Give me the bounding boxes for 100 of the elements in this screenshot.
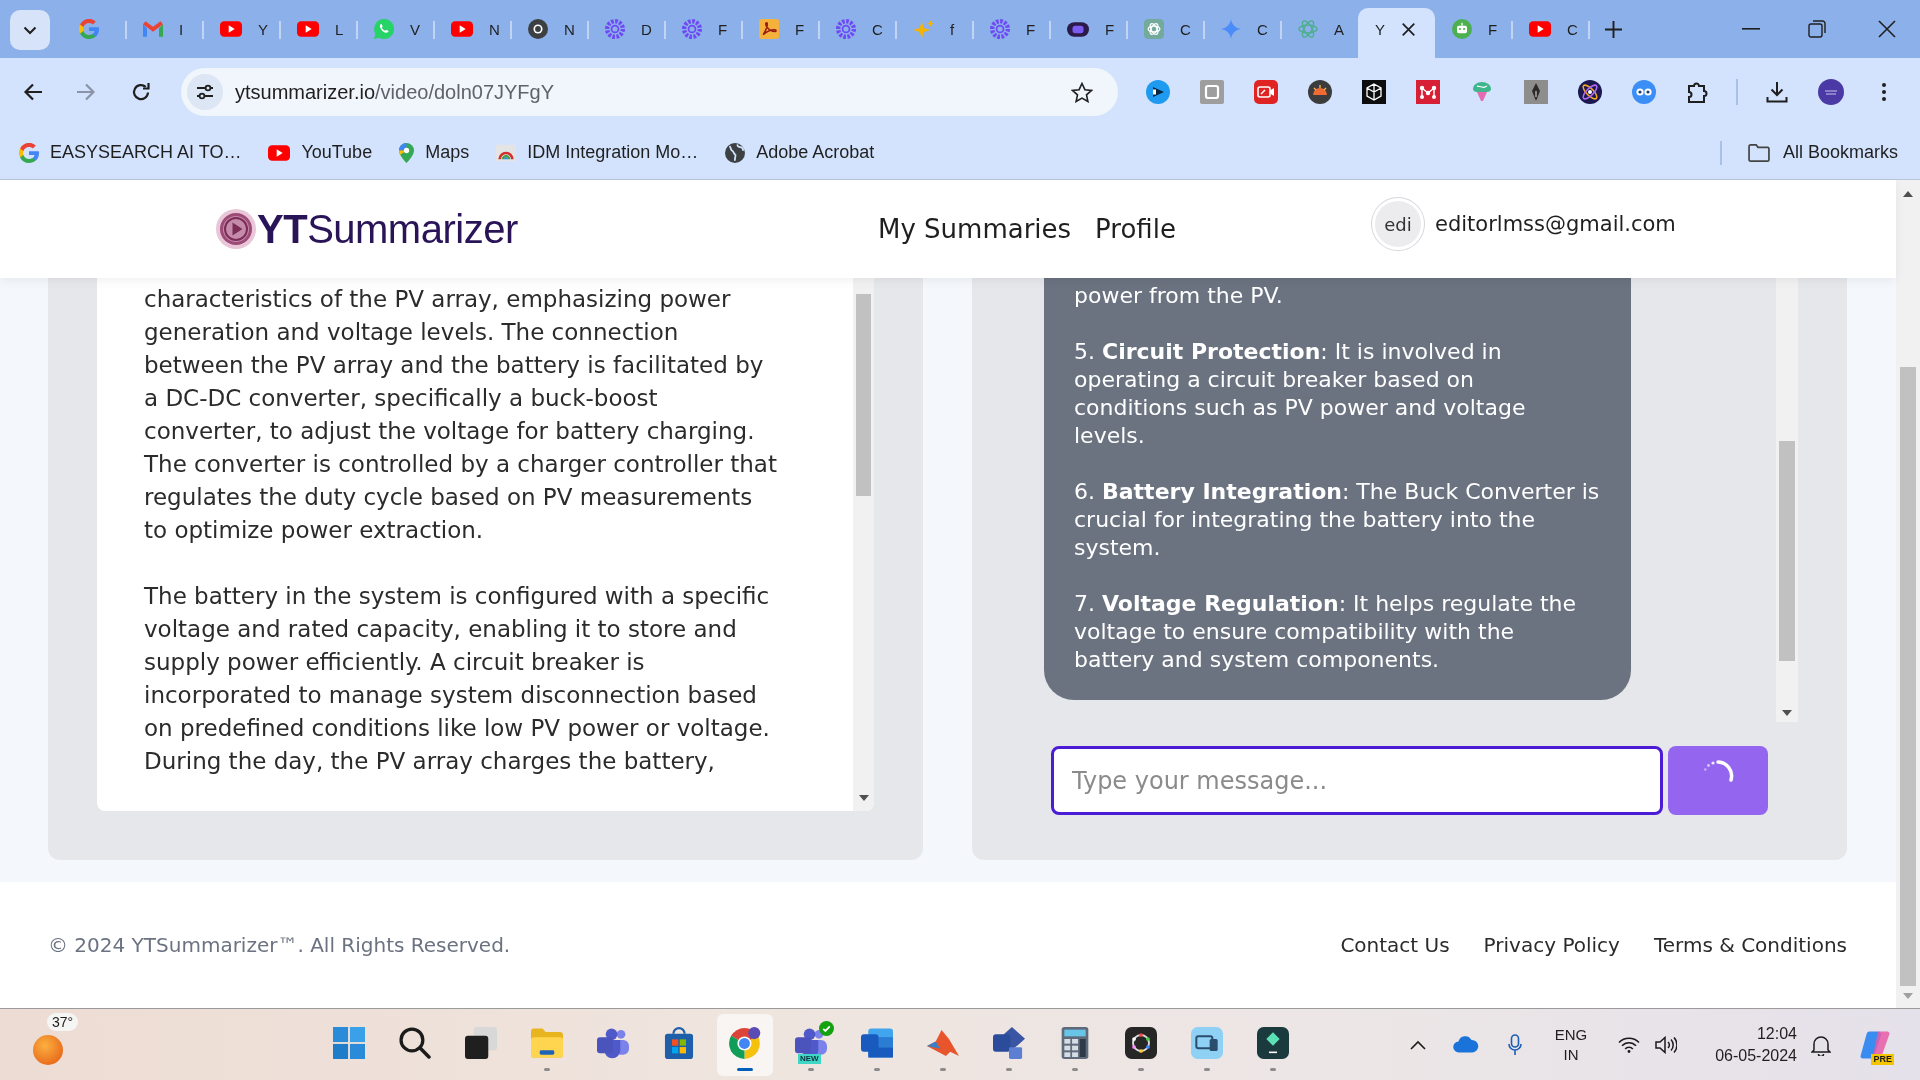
footer-link[interactable]: Privacy Policy (1483, 933, 1620, 957)
play-circle-icon[interactable] (1146, 80, 1170, 104)
bookmark-link[interactable]: Adobe Acrobat (725, 142, 875, 163)
browser-tab[interactable]: A (1281, 8, 1358, 58)
url-text[interactable]: ytsummarizer.io/video/doln07JYFgY (235, 80, 555, 104)
reload-icon[interactable] (131, 82, 151, 102)
user-avatar[interactable]: edi (1372, 198, 1424, 250)
cube-icon[interactable] (1362, 80, 1386, 104)
back-arrow-icon[interactable] (23, 83, 43, 101)
scrollbar-track[interactable] (853, 278, 874, 811)
taskbar-app-button[interactable] (717, 1013, 773, 1076)
tab-search-button[interactable] (10, 10, 50, 50)
browser-tab[interactable]: N (511, 8, 588, 58)
scrollbar-thumb[interactable] (1779, 441, 1795, 661)
clock-date[interactable]: 06-05-2024 (1715, 1044, 1797, 1067)
gear-icon (682, 19, 702, 39)
message-paragraph: power from the PV. (1074, 282, 1284, 310)
bookmark-link[interactable]: IDM Integration Mo… (496, 142, 699, 163)
nav-link[interactable]: My Summaries (878, 214, 1072, 244)
browser-tab[interactable]: F (1435, 8, 1512, 58)
browser-tab[interactable]: F (973, 8, 1050, 58)
knot-icon (1144, 19, 1164, 39)
browser-tab[interactable]: F (742, 8, 819, 58)
close-icon[interactable] (1878, 20, 1896, 38)
browser-tab[interactable]: D (588, 8, 665, 58)
scrollbar-track[interactable] (1776, 278, 1798, 722)
browser-tab[interactable]: Y (203, 8, 280, 58)
browser-tab[interactable]: F (1050, 8, 1127, 58)
nav-link[interactable]: Profile (1095, 214, 1176, 244)
message-paragraph: 6. Battery Integration: The Buck Converter is crucial for integrating the battery into the system. (1074, 478, 1601, 562)
shopping-bag-icon (663, 1026, 695, 1059)
check-circle-icon (819, 1020, 834, 1036)
restore-icon[interactable] (1808, 20, 1826, 38)
temperature-label[interactable]: 37° (47, 1012, 79, 1031)
extensions-puzzle-icon[interactable] (1686, 80, 1710, 104)
cloud-icon[interactable] (1453, 1036, 1479, 1053)
scroll-down-arrow-icon[interactable] (858, 795, 869, 801)
clock-time[interactable]: 12:04 (1756, 1022, 1797, 1045)
wifi-icon[interactable] (1618, 1036, 1640, 1053)
folder-icon (531, 1026, 563, 1059)
browser-icon (729, 1026, 761, 1059)
browser-tab[interactable]: N (434, 8, 511, 58)
speaker-icon[interactable] (1655, 1035, 1677, 1054)
sunrise-icon[interactable] (1308, 80, 1332, 104)
four-point-star-icon (1221, 19, 1241, 39)
diamond-tile-icon (1257, 1026, 1289, 1059)
new-tab-plus-icon[interactable] (1605, 20, 1622, 38)
browser-tab[interactable]: Y (1358, 8, 1435, 58)
circle-logo-icon (528, 19, 548, 39)
browser-tab[interactable]: C (1204, 8, 1281, 58)
region-label[interactable]: IN (1563, 1044, 1579, 1065)
language-label[interactable]: ENG (1554, 1024, 1588, 1045)
all-bookmarks-button[interactable]: All Bookmarks (1747, 142, 1898, 163)
folder-icon (1747, 143, 1770, 162)
browser-tab[interactable]: F (665, 8, 742, 58)
square-tile-icon[interactable] (1200, 80, 1224, 104)
browser-tab[interactable]: C (819, 8, 896, 58)
scrollbar-thumb[interactable] (856, 294, 871, 496)
chevron-down-icon (23, 25, 37, 35)
search-icon (399, 1026, 431, 1059)
scroll-down-arrow-icon[interactable] (1782, 710, 1792, 716)
robot-icon (1452, 19, 1472, 39)
send-button[interactable] (1668, 746, 1768, 815)
site-settings-icon[interactable] (187, 74, 223, 110)
browser-tab[interactable]: C (1512, 8, 1589, 58)
running-indicator-icon (544, 1067, 550, 1071)
network-icon[interactable] (1416, 80, 1440, 104)
atom-icon[interactable] (1578, 80, 1602, 104)
footer-link[interactable]: Contact Us (1340, 933, 1450, 957)
bell-icon[interactable] (1811, 1033, 1831, 1056)
camera-pencil-icon[interactable] (1254, 80, 1278, 104)
profile-avatar-icon[interactable] (1818, 79, 1844, 105)
scrollbar-thumb[interactable] (1900, 367, 1916, 986)
bookmark-link[interactable]: Maps (399, 142, 470, 163)
browser-tab[interactable]: C (1127, 8, 1204, 58)
taskbar-app-button[interactable]: NEW (783, 1013, 839, 1076)
browser-tab[interactable]: L (280, 8, 357, 58)
browser-tab[interactable]: f (896, 8, 973, 58)
bookmark-link[interactable]: YouTube (268, 142, 373, 163)
footer-link[interactable]: Terms & Conditions (1653, 933, 1847, 957)
page-scrollbar-track[interactable] (1896, 180, 1920, 1008)
pen-nib-icon[interactable] (1524, 80, 1548, 104)
brand-name[interactable]: YTSummarizer (257, 206, 518, 252)
scroll-up-arrow-icon[interactable] (1903, 191, 1913, 197)
download-icon[interactable] (1766, 81, 1788, 103)
chevron-up-icon[interactable] (1410, 1039, 1426, 1050)
pre-tag: PRE (1871, 1053, 1894, 1065)
bookmark-link[interactable]: EASYSEARCH AI TO… (19, 142, 242, 163)
play-icon (451, 21, 473, 37)
address-bar[interactable]: ytsummarizer.io/video/doln07JYFgY (181, 68, 1118, 116)
browser-tab[interactable]: V (357, 8, 434, 58)
group-icon (597, 1026, 629, 1059)
microphone-icon[interactable] (1508, 1033, 1522, 1056)
map-pin-icon (399, 142, 415, 163)
close-tab-icon[interactable] (1402, 22, 1415, 36)
owl-icon[interactable] (1632, 80, 1656, 104)
browser-tab[interactable]: I (126, 8, 203, 58)
message-input[interactable]: Type your message... (1051, 746, 1663, 815)
bookmark-star-icon[interactable] (1071, 81, 1093, 103)
more-menu-icon[interactable] (1882, 83, 1886, 101)
